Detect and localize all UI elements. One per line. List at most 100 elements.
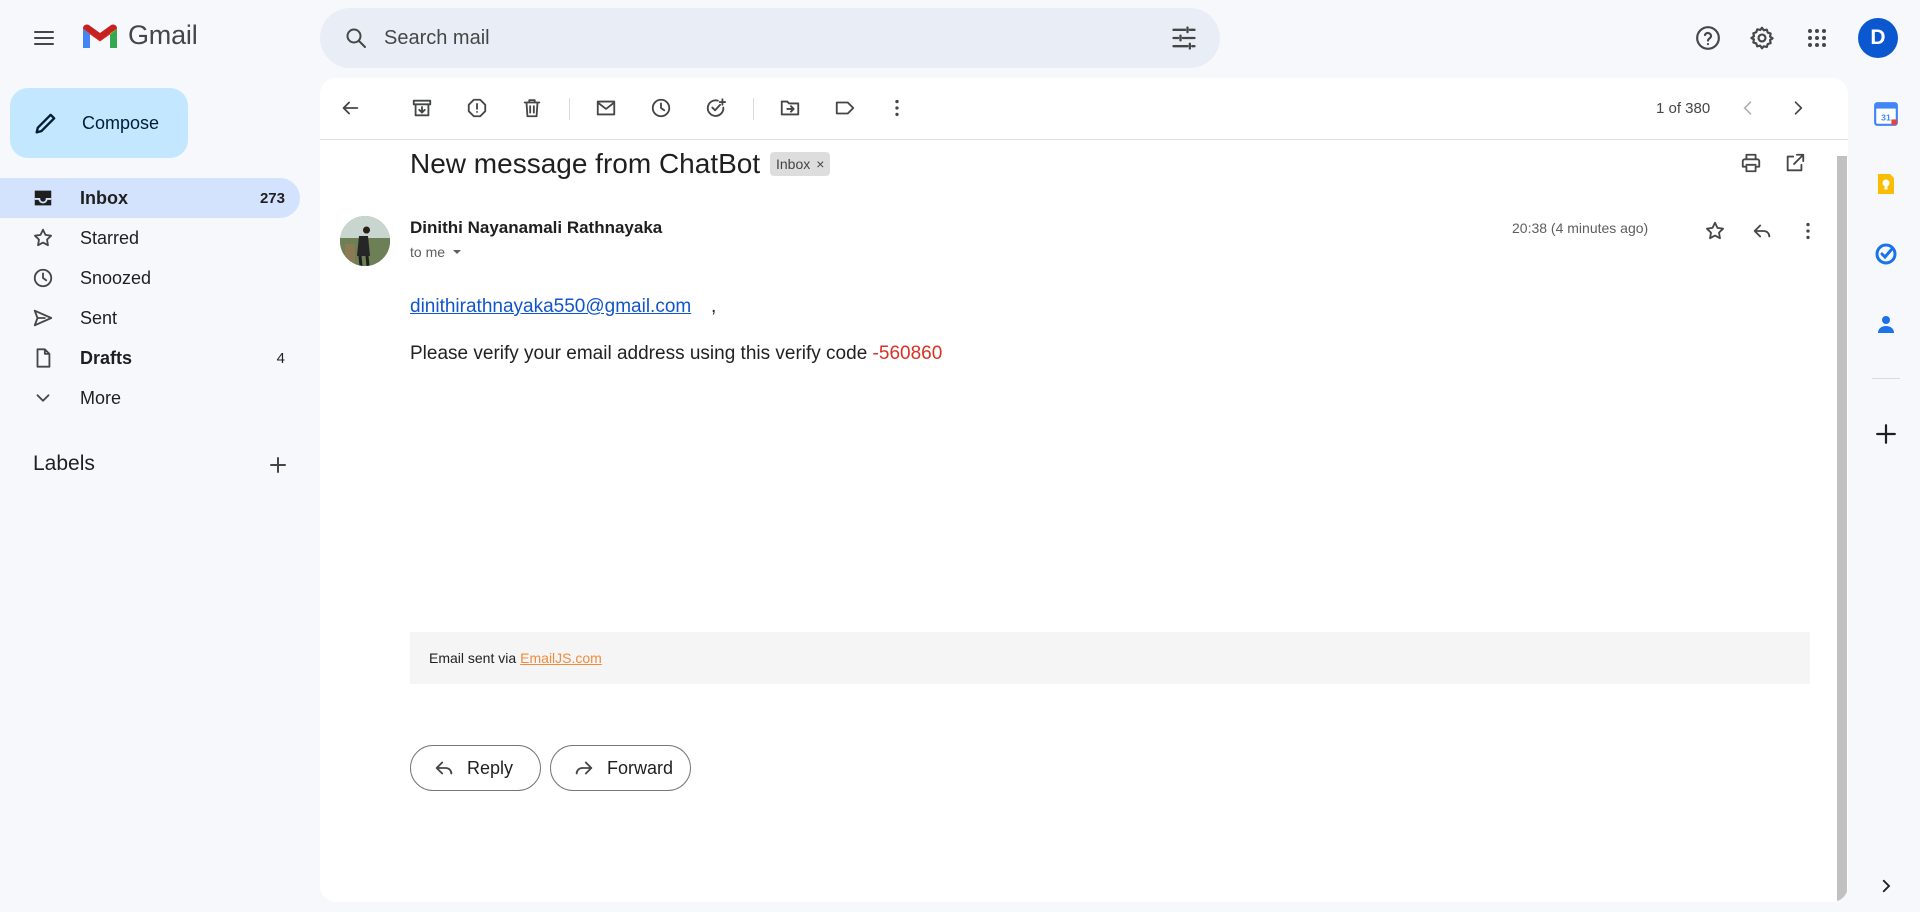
delete-button[interactable] [514,90,550,126]
rail-divider [1872,378,1900,379]
keep-app-button[interactable] [1868,166,1904,202]
print-button[interactable] [1734,146,1768,180]
inbox-count: 273 [259,189,285,207]
pencil-icon [35,113,56,134]
newer-button[interactable] [1730,90,1766,126]
star-icon [1706,221,1724,240]
forward-icon [575,761,593,775]
email-address-link[interactable]: dinithirathnayaka550@gmail.com [410,296,691,318]
gmail-logo[interactable]: Gmail [80,20,198,51]
pagination-text: 1 of 380 [1656,100,1711,117]
sender-name[interactable]: Dinithi Nayanamali Rathnayaka [410,218,662,238]
archive-icon [412,99,432,117]
report-icon [467,98,487,118]
email-timestamp: 20:38 (4 minutes ago) [1512,220,1649,236]
calendar-icon: 31 [1874,102,1898,126]
snooze-button[interactable] [643,90,679,126]
message-more-button[interactable] [1791,214,1825,248]
open-in-new-icon [1786,153,1805,172]
search-input[interactable] [384,26,1144,50]
search-icon[interactable] [336,18,376,58]
emailjs-link[interactable]: EmailJS.com [520,650,602,666]
reply-button[interactable]: Reply [410,745,541,791]
tasks-icon [1875,243,1897,265]
contacts-icon [1878,316,1894,333]
chevron-down-icon [36,394,50,402]
back-button[interactable] [332,90,368,126]
labels-button[interactable] [827,90,863,126]
footer-prefix: Email sent via [429,650,517,666]
more-options-button[interactable] [879,90,915,126]
sidebar-item-sent[interactable]: Sent [0,298,300,338]
main-menu-button[interactable] [24,20,64,56]
mail-icon [596,100,616,116]
trash-icon [523,99,541,118]
reply-icon [1753,224,1771,238]
move-to-button[interactable] [772,90,808,126]
sidebar-item-label: Inbox [80,187,128,208]
recipient-summary[interactable]: to me [410,244,463,260]
message-view: 1 of 380 New message from ChatBot Inbox … [320,78,1848,902]
show-side-panel-button[interactable] [1868,868,1904,904]
reply-icon [435,761,453,775]
toolbar-divider [753,98,754,120]
account-avatar[interactable]: D [1858,18,1898,58]
mark-unread-button[interactable] [588,90,624,126]
sidebar-item-starred[interactable]: Starred [0,218,300,258]
arrow-left-icon [342,101,359,115]
sidebar-item-drafts[interactable]: Drafts 4 [0,338,300,378]
inbox-label-chip: Inbox × [770,152,831,176]
sidebar-item-label: More [80,387,122,408]
message-toolbar: 1 of 380 [320,78,1848,140]
star-button[interactable] [1698,214,1732,248]
email-subject: New message from ChatBot [410,148,761,179]
print-icon [1741,153,1761,173]
forward-button[interactable]: Forward [550,745,691,791]
sidebar-item-inbox[interactable]: Inbox 273 [0,178,300,218]
remove-label-icon[interactable]: × [816,156,824,172]
apps-button[interactable] [1797,18,1837,58]
apps-grid-icon [1808,29,1826,47]
plus-icon [270,457,286,473]
caret-down-icon[interactable] [451,246,463,258]
get-addons-button[interactable] [1868,416,1904,452]
search-options-icon[interactable] [1170,24,1198,52]
label-icon [835,101,855,115]
add-to-tasks-button[interactable] [698,90,734,126]
clock-icon [651,98,671,118]
archive-button[interactable] [404,90,440,126]
app-name: Gmail [128,20,198,50]
report-spam-button[interactable] [459,90,495,126]
gmail-m-icon [83,24,117,48]
body-comma: , [711,296,717,317]
reply-label: Reply [467,757,514,778]
inbox-icon [34,190,52,206]
open-new-window-button[interactable] [1778,146,1812,180]
send-icon [33,309,53,327]
calendar-app-button[interactable]: 31 [1868,96,1904,132]
email-footer: Email sent via EmailJS.com [410,632,1810,684]
reply-icon-button[interactable] [1745,214,1779,248]
add-task-icon [706,98,727,117]
more-vertical-icon [895,99,899,117]
plus-icon [1876,424,1896,444]
create-label-button[interactable] [264,451,292,479]
sidebar-item-label: Snoozed [80,267,152,288]
scrollbar-thumb[interactable] [1837,156,1847,902]
support-button[interactable] [1688,18,1728,58]
sidebar-item-more[interactable]: More [0,378,300,418]
compose-button[interactable]: Compose [10,88,188,158]
labels-header: Labels [33,452,95,475]
keep-icon [1878,174,1894,194]
settings-button[interactable] [1742,18,1782,58]
top-bar: Gmail Search mail D [0,0,1920,76]
verify-text: Please verify your email address using t… [410,343,873,364]
sidebar-item-snoozed[interactable]: Snoozed [0,258,300,298]
gear-icon [1750,26,1774,50]
sidebar-item-label: Sent [80,307,118,328]
folder-move-icon [780,100,800,116]
older-button[interactable] [1780,90,1816,126]
contacts-app-button[interactable] [1868,306,1904,342]
sender-avatar[interactable] [340,216,390,266]
tasks-app-button[interactable] [1868,236,1904,272]
